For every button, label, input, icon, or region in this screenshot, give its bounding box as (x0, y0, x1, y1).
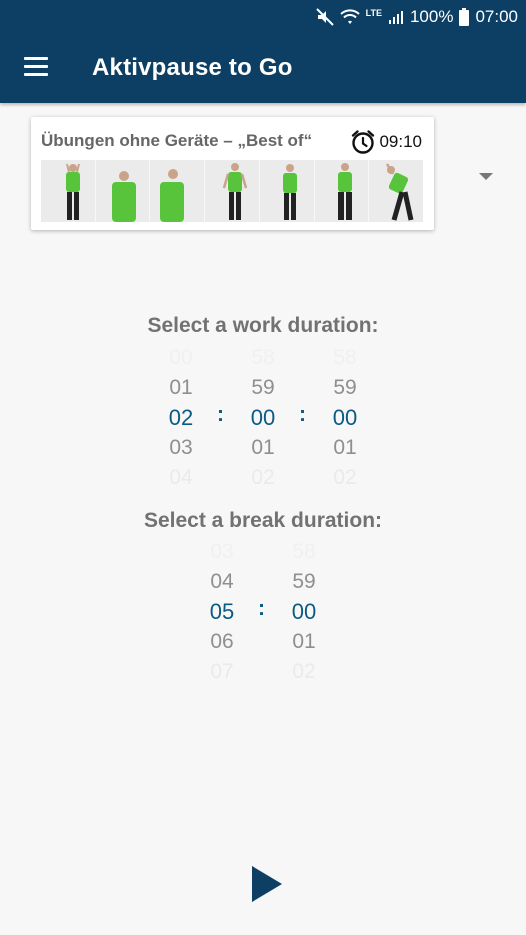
picker-value: 06 (210, 630, 234, 653)
play-icon[interactable] (252, 866, 282, 902)
mute-icon (315, 7, 334, 26)
signal-icon (388, 10, 403, 24)
picker-selected-value: 00 (332, 405, 358, 430)
exercise-thumbnail (313, 160, 369, 222)
picker-selected-value: 00 (291, 599, 317, 624)
program-card[interactable]: Übungen ohne Geräte – „Best of“ 09:10 (31, 117, 434, 230)
time-separator: : (299, 403, 306, 426)
break-minutes-picker[interactable]: 03 04 05 06 07 (194, 537, 250, 687)
picker-value: 01 (333, 436, 357, 459)
app-bar: Aktivpause to Go (0, 33, 526, 103)
menu-icon[interactable] (22, 53, 50, 81)
exercise-thumbnail (94, 160, 150, 222)
time-separator: : (217, 403, 224, 426)
time-separator: : (258, 597, 265, 620)
picker-value: 58 (292, 540, 316, 563)
break-seconds-picker[interactable]: 58 59 00 01 02 (276, 537, 332, 687)
alarm-clock-icon (352, 130, 375, 154)
picker-selected-value: 02 (168, 405, 194, 430)
exercise-thumbnail (149, 160, 205, 222)
work-duration-label: Select a work duration: (147, 314, 379, 337)
exercise-thumbnail (258, 160, 314, 222)
program-duration: 09:10 (350, 129, 422, 155)
picker-value: 58 (333, 346, 357, 369)
lte-icon: LTE (365, 7, 382, 18)
battery-percent: 100% (409, 6, 454, 26)
program-title: Übungen ohne Geräte – „Best of“ (41, 131, 313, 150)
picker-selected-value: 00 (250, 405, 276, 430)
picker-value: 03 (210, 540, 234, 563)
status-bar: LTE 100% 07:00 (0, 0, 526, 33)
picker-value: 58 (251, 346, 275, 369)
picker-value: 02 (333, 466, 357, 489)
picker-value: 02 (292, 660, 316, 683)
picker-value: 59 (333, 376, 357, 399)
exercise-thumbnail (204, 160, 259, 222)
work-hours-picker[interactable]: 00 01 02 03 04 (153, 343, 209, 493)
picker-value: 04 (210, 570, 234, 593)
picker-selected-value: 05 (209, 599, 235, 624)
picker-value: 07 (210, 660, 234, 683)
exercise-thumbnail (368, 160, 424, 222)
program-duration-value: 09:10 (379, 132, 422, 151)
picker-value: 01 (169, 376, 193, 399)
break-duration-label: Select a break duration: (143, 509, 383, 532)
status-icons: LTE 100% 07:00 (315, 0, 518, 33)
dropdown-arrow-icon[interactable] (479, 173, 493, 180)
picker-value: 59 (251, 376, 275, 399)
picker-value: 03 (169, 436, 193, 459)
status-time: 07:00 (475, 6, 518, 26)
picker-value: 01 (251, 436, 275, 459)
app-title: Aktivpause to Go (92, 54, 293, 81)
picker-value: 04 (169, 466, 193, 489)
exercise-thumbnail (41, 160, 95, 222)
battery-icon (459, 7, 470, 26)
picker-value: 59 (292, 570, 316, 593)
picker-value: 00 (169, 346, 193, 369)
picker-value: 01 (292, 630, 316, 653)
wifi-icon (339, 8, 360, 24)
work-minutes-picker[interactable]: 58 59 00 01 02 (235, 343, 291, 493)
exercise-thumbnails (41, 160, 424, 222)
picker-value: 02 (251, 466, 275, 489)
work-seconds-picker[interactable]: 58 59 00 01 02 (317, 343, 373, 493)
